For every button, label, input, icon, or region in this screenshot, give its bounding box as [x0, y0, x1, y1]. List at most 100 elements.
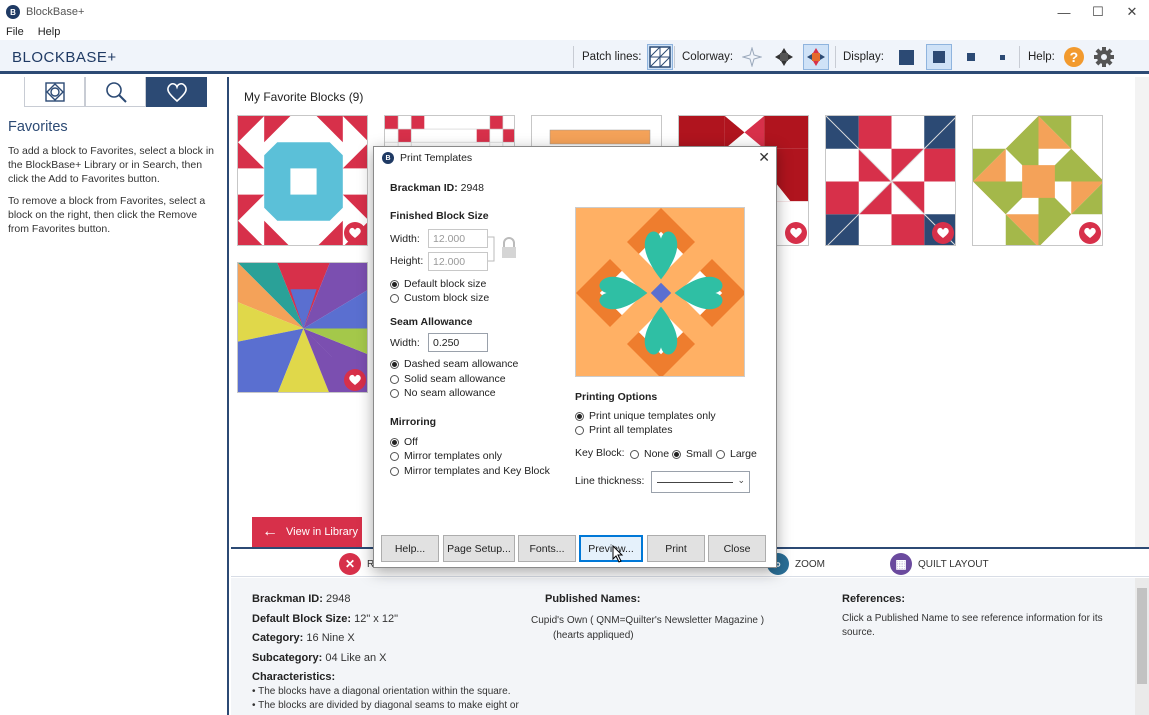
references-heading: References: — [842, 593, 905, 605]
link-bracket-icon — [488, 236, 495, 262]
preview-button[interactable]: Preview... — [579, 535, 643, 562]
menu-file[interactable]: File — [6, 26, 24, 38]
favorite-heart-badge[interactable] — [785, 222, 807, 244]
close-window-button[interactable]: ✕ — [1115, 0, 1149, 24]
zoom-label: ZOOM — [795, 558, 825, 570]
remove-favorite-action[interactable]: ✕ R — [339, 553, 374, 575]
colorway-outline-button[interactable] — [739, 44, 765, 70]
tab-favorites[interactable] — [146, 77, 207, 107]
printing-options-heading: Printing Options — [575, 391, 658, 403]
details-scroll-thumb[interactable] — [1137, 588, 1147, 684]
toolbar-divider — [1019, 46, 1020, 68]
block-width-input[interactable]: 12.000 — [428, 229, 488, 248]
heart-icon — [349, 227, 361, 238]
solid-seam-label: Solid seam allowance — [404, 373, 506, 385]
radio-dot — [390, 293, 399, 303]
block-tile[interactable] — [237, 115, 368, 246]
mirror-templates-key-label: Mirror templates and Key Block — [404, 465, 550, 477]
colorway-gray-button[interactable] — [771, 44, 797, 70]
block-tile[interactable] — [237, 262, 368, 393]
dashed-seam-label: Dashed seam allowance — [404, 358, 519, 370]
toolbar: BLOCKBASE+ Patch lines: Colorway: Displa… — [0, 40, 1149, 74]
favorites-heading: Favorites — [8, 119, 68, 135]
display-group: Display: — [843, 40, 1016, 74]
display-medium-button[interactable] — [958, 44, 984, 70]
dialog-brackman: Brackman ID: 2948 — [390, 182, 484, 194]
mirror-off-radio[interactable]: Off — [390, 436, 418, 448]
print-unique-radio[interactable]: Print unique templates only — [575, 410, 716, 422]
remove-icon: ✕ — [339, 553, 361, 575]
detail-size-value: 12" x 12" — [354, 613, 398, 625]
patch-lines-group: Patch lines: — [582, 40, 674, 74]
quilt-layout-action[interactable]: ▦ QUILT LAYOUT — [890, 553, 989, 575]
favorite-heart-badge[interactable] — [344, 222, 366, 244]
colorway-color-icon — [807, 48, 826, 66]
block-tile[interactable] — [825, 115, 956, 246]
solid-seam-radio[interactable]: Solid seam allowance — [390, 373, 506, 385]
height-label: Height: — [390, 255, 424, 267]
favorite-heart-badge[interactable] — [344, 369, 366, 391]
print-templates-dialog: B Print Templates ✕ Brackman ID: 2948 Fi… — [373, 146, 777, 568]
block-tile[interactable] — [972, 115, 1103, 246]
minimize-button[interactable]: — — [1047, 0, 1081, 24]
tab-search[interactable] — [85, 77, 146, 107]
detail-category-label: Category: — [252, 632, 304, 644]
colorway-color-button[interactable] — [803, 44, 830, 70]
favorites-add-instructions: To add a block to Favorites, select a bl… — [8, 145, 215, 185]
window-controls: — ☐ ✕ — [1047, 0, 1149, 24]
key-block-large-radio[interactable]: Large — [716, 448, 757, 460]
custom-block-size-radio[interactable]: Custom block size — [390, 292, 489, 304]
detail-characteristics: Characteristics: — [252, 671, 335, 683]
square-xlarge-icon — [899, 49, 915, 65]
favorite-heart-badge[interactable] — [1079, 222, 1101, 244]
width-label: Width: — [390, 233, 420, 245]
mirror-templates-label: Mirror templates only — [404, 450, 503, 462]
seam-width-input[interactable]: 0.250 — [428, 333, 488, 352]
maximize-button[interactable]: ☐ — [1081, 0, 1115, 24]
view-in-library-label: View in Library — [286, 526, 358, 538]
dialog-close-action-button[interactable]: Close — [708, 535, 766, 562]
lock-icon[interactable] — [500, 237, 518, 259]
tab-library[interactable] — [24, 77, 85, 107]
detail-size: Default Block Size: 12" x 12" — [252, 613, 398, 625]
seam-width-label: Width: — [390, 337, 420, 349]
fonts-button[interactable]: Fonts... — [518, 535, 576, 562]
view-in-library-button[interactable]: ← View in Library — [252, 517, 362, 547]
line-thickness-select[interactable]: ⌄ — [651, 471, 750, 493]
default-block-size-radio[interactable]: Default block size — [390, 278, 486, 290]
library-icon — [44, 81, 65, 102]
mirror-templates-radio[interactable]: Mirror templates only — [390, 450, 502, 462]
published-name-link[interactable]: Cupid's Own ( QNM=Quilter's Newsletter M… — [531, 615, 764, 626]
dashed-seam-radio[interactable]: Dashed seam allowance — [390, 358, 518, 370]
favorites-title: My Favorite Blocks (9) — [244, 90, 364, 104]
menu-help[interactable]: Help — [38, 26, 61, 38]
toolbar-divider — [835, 46, 836, 68]
left-panel-tabs — [24, 77, 207, 107]
app-icon: B — [6, 5, 20, 19]
published-name-note: (hearts appliqued) — [553, 630, 634, 641]
key-block-none-radio[interactable]: None — [630, 448, 669, 460]
print-all-radio[interactable]: Print all templates — [575, 424, 672, 436]
display-xlarge-button[interactable] — [894, 44, 920, 70]
dialog-close-button[interactable]: ✕ — [758, 149, 770, 166]
display-large-button[interactable] — [925, 44, 952, 70]
detail-size-label: Default Block Size: — [252, 613, 352, 625]
patch-lines-toggle[interactable] — [647, 44, 674, 70]
key-block-small-radio[interactable]: Small — [672, 448, 712, 460]
radio-dot — [390, 437, 399, 447]
print-button[interactable]: Print — [647, 535, 705, 562]
no-seam-radio[interactable]: No seam allowance — [390, 387, 496, 399]
block-height-input[interactable]: 12.000 — [428, 252, 488, 271]
help-button[interactable]: ? — [1061, 44, 1087, 70]
dialog-help-button[interactable]: Help... — [381, 535, 439, 562]
grid-scrollbar[interactable] — [1135, 77, 1149, 547]
patch-lines-label: Patch lines: — [582, 51, 642, 63]
settings-button[interactable] — [1091, 44, 1117, 70]
mirror-templates-key-radio[interactable]: Mirror templates and Key Block — [390, 465, 550, 477]
favorite-heart-badge[interactable] — [932, 222, 954, 244]
radio-dot — [390, 279, 399, 289]
details-scrollbar[interactable] — [1135, 578, 1149, 715]
display-small-button[interactable] — [990, 44, 1016, 70]
key-block-large-label: Large — [730, 448, 757, 460]
page-setup-button[interactable]: Page Setup... — [443, 535, 515, 562]
